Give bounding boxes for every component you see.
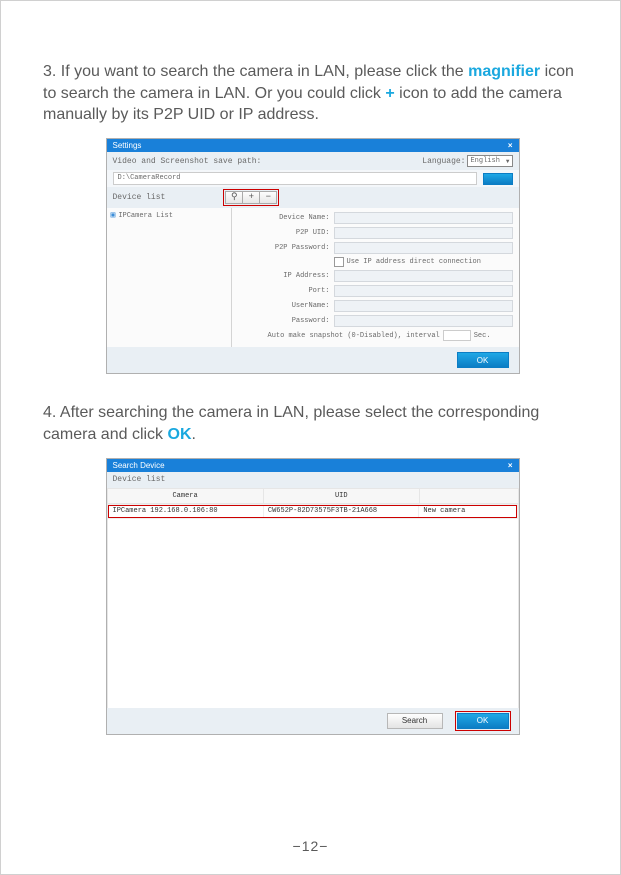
p2p-password-input[interactable] [334, 242, 513, 254]
path-label: Video and Screenshot save path: [113, 157, 262, 167]
step3-prefix: 3. If you want to search the camera in L… [43, 63, 468, 80]
settings-title: Settings [113, 141, 142, 151]
plus-word: + [385, 85, 394, 102]
language-label: Language: [422, 157, 465, 167]
col-uid: UID [263, 488, 419, 503]
use-ip-checkbox[interactable] [334, 257, 344, 267]
device-table: Camera UID [107, 488, 519, 504]
chevron-down-icon: ▼ [506, 158, 510, 165]
camera-icon: ▣ [111, 211, 116, 221]
settings-footer: OK [107, 347, 519, 373]
port-label: Port: [238, 287, 334, 295]
snapshot-interval-input[interactable] [443, 330, 471, 341]
device-tree: ▣ IPCamera List [107, 208, 232, 347]
snapshot-row: Auto make snapshot (0-Disabled), interva… [238, 330, 513, 341]
p2p-password-label: P2P Password: [238, 244, 334, 252]
search-button[interactable]: Search [387, 713, 443, 729]
device-list-header: Device list ⚲ + − [107, 187, 519, 208]
language-combo[interactable]: Language: English ▼ [422, 155, 512, 167]
p2p-uid-input[interactable] [334, 227, 513, 239]
add-icon[interactable]: + [243, 191, 260, 204]
path-input[interactable]: D:\CameraRecord [113, 172, 477, 185]
snapshot-post: Sec. [474, 332, 491, 340]
ok-word: OK [168, 426, 192, 443]
device-form: Device Name: P2P UID: P2P Password: Use … [232, 208, 519, 347]
settings-body: ▣ IPCamera List Device Name: P2P UID: P2… [107, 208, 519, 347]
device-list-label: Device list [113, 193, 166, 203]
table-empty-area [108, 519, 518, 705]
device-list-label-2: Device list [107, 472, 519, 488]
snapshot-pre: Auto make snapshot (0-Disabled), interva… [268, 332, 440, 340]
step4-prefix: 4. After searching the camera in LAN, pl… [43, 404, 539, 443]
device-name-input[interactable] [334, 212, 513, 224]
cell-status: New camera [419, 505, 517, 518]
username-input[interactable] [334, 300, 513, 312]
magnifier-word: magnifier [468, 63, 540, 80]
tree-root[interactable]: ▣ IPCamera List [111, 211, 227, 221]
col-status [419, 488, 518, 503]
password-label: Password: [238, 317, 334, 325]
device-tools-highlight: ⚲ + − [223, 189, 279, 206]
step3-text: 3. If you want to search the camera in L… [43, 61, 582, 126]
password-input[interactable] [334, 315, 513, 327]
cell-camera: IPCamera 192.168.0.106:80 [108, 505, 263, 518]
table-row[interactable]: IPCamera 192.168.0.106:80 CW652P-82D7357… [108, 505, 517, 518]
settings-window: Settings × Video and Screenshot save pat… [106, 138, 520, 375]
use-ip-row: Use IP address direct connection [334, 257, 513, 267]
page-number-value: 12 [302, 838, 320, 854]
path-row2: D:\CameraRecord [107, 170, 519, 187]
path-row: Video and Screenshot save path: Language… [107, 152, 519, 170]
search-icon[interactable]: ⚲ [225, 191, 243, 204]
search-device-window: Search Device × Device list Camera UID I… [106, 458, 520, 736]
cell-uid: CW652P-82D73575F3TB-21A668 [263, 505, 418, 518]
device-name-label: Device Name: [238, 214, 334, 222]
language-select[interactable]: English ▼ [467, 155, 512, 167]
device-table-body: IPCamera 192.168.0.106:80 CW652P-82D7357… [108, 504, 518, 518]
settings-titlebar: Settings × [107, 139, 519, 153]
ok-button[interactable]: OK [457, 713, 509, 729]
table-body-wrap: IPCamera 192.168.0.106:80 CW652P-82D7357… [107, 504, 519, 708]
page-number: −12− [1, 838, 620, 854]
close-icon[interactable]: × [508, 461, 513, 471]
table-header-row: Camera UID [107, 488, 518, 503]
browse-button[interactable] [483, 173, 513, 185]
search-title: Search Device [113, 461, 165, 471]
tree-root-label: IPCamera List [118, 212, 173, 220]
remove-icon[interactable]: − [260, 191, 277, 204]
language-value: English [470, 157, 499, 165]
search-footer: Search OK [107, 708, 519, 734]
use-ip-label: Use IP address direct connection [347, 258, 481, 266]
step4-text: 4. After searching the camera in LAN, pl… [43, 402, 582, 445]
col-camera: Camera [107, 488, 263, 503]
close-icon[interactable]: × [508, 141, 513, 151]
ok-button[interactable]: OK [457, 352, 509, 368]
p2p-uid-label: P2P UID: [238, 229, 334, 237]
username-label: UserName: [238, 302, 334, 310]
ip-address-label: IP Address: [238, 272, 334, 280]
ip-address-input[interactable] [334, 270, 513, 282]
document-page: 3. If you want to search the camera in L… [0, 0, 621, 875]
search-titlebar: Search Device × [107, 459, 519, 473]
port-input[interactable] [334, 285, 513, 297]
step4-suffix: . [192, 426, 196, 443]
